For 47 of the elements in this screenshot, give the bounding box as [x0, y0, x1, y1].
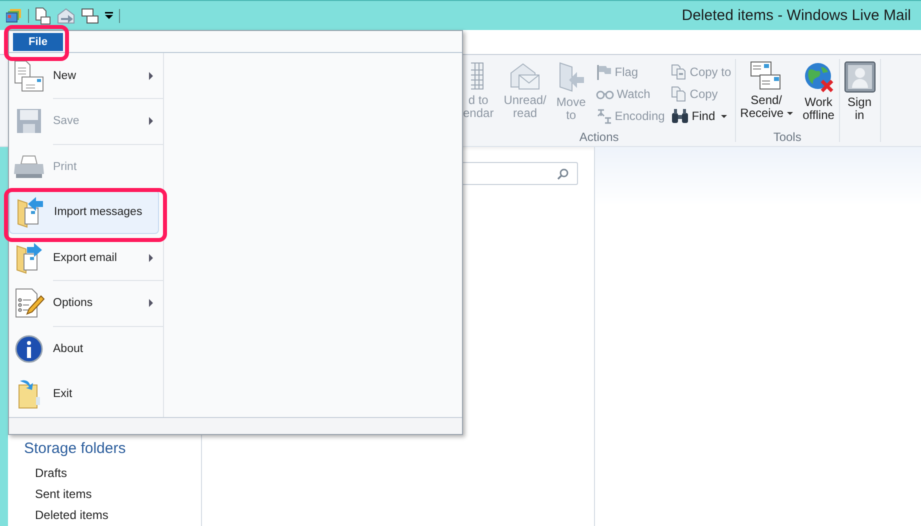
ribbon-button[interactable]: Send/ Receive [740, 61, 793, 128]
sidebar-header[interactable]: Storage folders [24, 440, 201, 457]
envelope-icon[interactable] [57, 8, 75, 24]
copy-icon [670, 86, 687, 102]
group-label: Tools [773, 130, 802, 144]
copy-to-icon [670, 64, 687, 80]
app-icon[interactable] [6, 8, 22, 24]
window-title: Deleted items - Windows Live Mail [682, 7, 911, 24]
document-icon[interactable] [35, 6, 51, 24]
printer-icon [13, 154, 45, 179]
search-icon [557, 168, 569, 180]
menu-item[interactable]: Export email [9, 236, 159, 280]
folder-item[interactable]: Drafts [24, 463, 201, 484]
submenu-arrow-icon [149, 117, 153, 126]
annotation-frame [4, 25, 69, 61]
submenu-arrow-icon [149, 254, 153, 262]
menu-item[interactable]: About [9, 326, 159, 371]
calendar-icon [471, 61, 486, 91]
customize-dropdown-icon[interactable] [105, 12, 113, 20]
dropdown-caret-icon [786, 112, 793, 116]
ribbon-button[interactable]: Sign in [844, 61, 876, 144]
checklist-pencil-icon [13, 288, 45, 318]
binoculars-icon [670, 108, 689, 124]
send-receive-icon [750, 61, 782, 91]
new-document-icon [13, 60, 45, 92]
globe-offline-icon [802, 61, 835, 93]
character-encoding-icon [596, 108, 612, 124]
folder-item[interactable]: Deleted items [24, 505, 201, 526]
person-icon [844, 61, 876, 93]
flag-icon [596, 64, 612, 80]
ribbon-button[interactable]: Work offline [802, 61, 835, 128]
submenu-arrow-icon [149, 72, 153, 80]
glasses-icon [596, 88, 614, 100]
folder-arrow-icon [557, 61, 586, 93]
ribbon-button[interactable]: Find [670, 105, 732, 127]
dropdown-caret-icon [721, 114, 728, 118]
folder-item[interactable]: Sent items [24, 484, 201, 505]
envelope-icon [509, 61, 542, 91]
send-receive-icon[interactable] [81, 8, 99, 24]
menu-item[interactable]: New [9, 54, 159, 98]
submenu-arrow-icon [149, 299, 153, 308]
file-button[interactable]: File [13, 33, 63, 51]
info-icon [13, 334, 45, 363]
menu-item[interactable]: Exit [9, 372, 159, 416]
menu-item[interactable]: Options [9, 281, 159, 326]
group-label: Actions [579, 130, 619, 144]
menu-item[interactable]: Import messages [9, 190, 159, 234]
